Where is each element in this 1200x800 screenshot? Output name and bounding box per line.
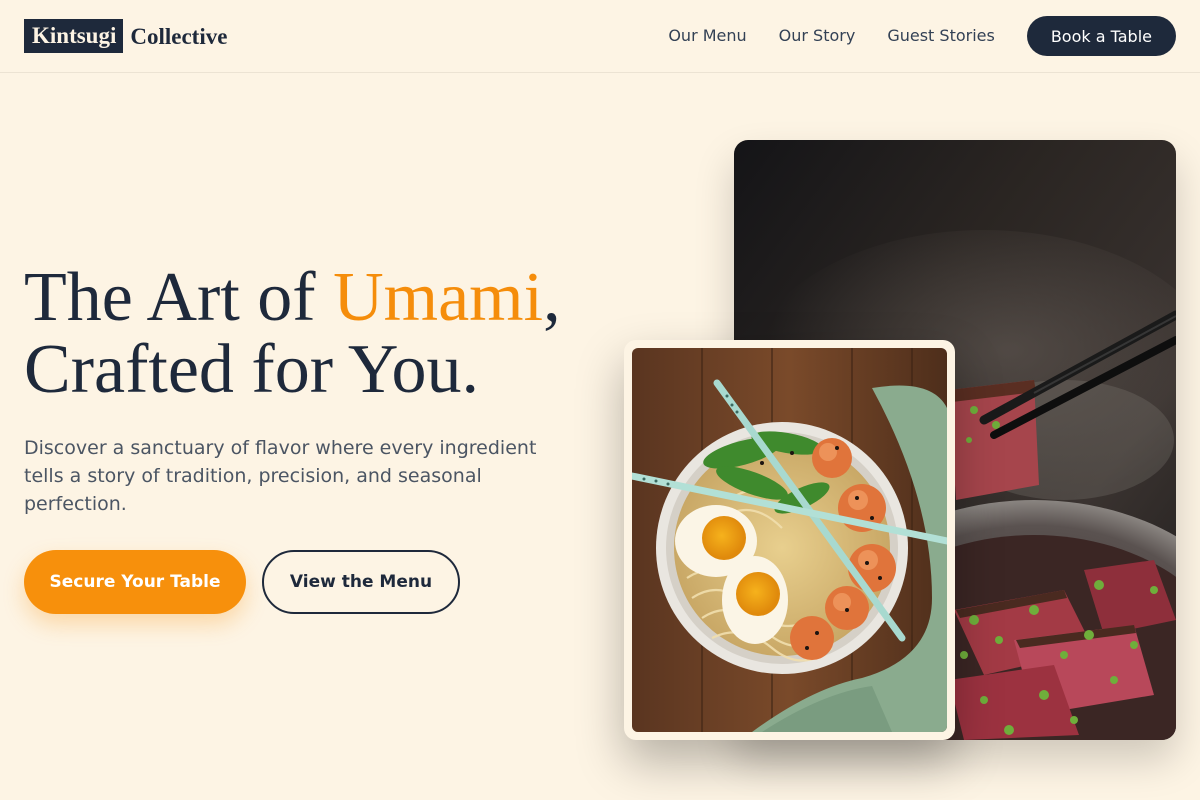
hero-subtitle: Discover a sanctuary of flavor where eve… xyxy=(24,437,537,515)
nav-link-our-story[interactable]: Our Story xyxy=(779,16,856,56)
ramen-photo-frame xyxy=(624,340,955,740)
ramen-illustration xyxy=(632,348,947,732)
nav-link-our-menu[interactable]: Our Menu xyxy=(668,16,746,56)
view-menu-button[interactable]: View the Menu xyxy=(262,550,460,614)
hero-title-line2: Crafted for You. xyxy=(24,331,479,408)
hero-title-part1: The Art of xyxy=(24,259,334,336)
brand-logo[interactable]: Kintsugi Collective xyxy=(24,19,227,53)
book-table-button[interactable]: Book a Table xyxy=(1026,16,1176,56)
hero-title-accent: Umami xyxy=(333,259,544,336)
logo-text: Collective xyxy=(130,23,228,49)
hero-title-part2: , xyxy=(543,259,561,336)
ramen-photo xyxy=(632,348,947,732)
logo-box: Kintsugi xyxy=(24,19,124,53)
site-header: Kintsugi Collective Our Menu Our Story G… xyxy=(0,0,1200,73)
main-nav: Our Menu Our Story Guest Stories Book a … xyxy=(668,16,1176,56)
nav-link-guest-stories[interactable]: Guest Stories xyxy=(887,16,995,56)
secure-table-button[interactable]: Secure Your Table xyxy=(24,550,246,614)
hero-title: The Art of Umami, Crafted for You. xyxy=(24,262,604,406)
